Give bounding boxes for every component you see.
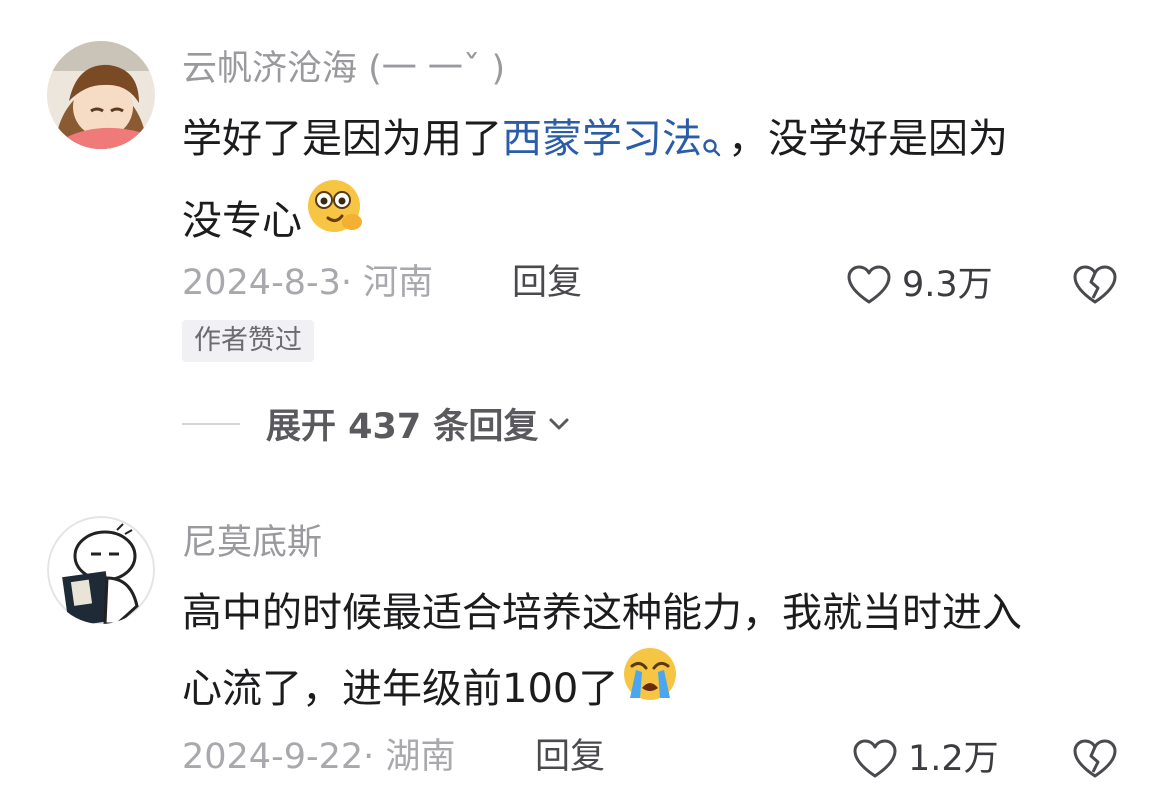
loudly-crying-face-emoji-icon: [622, 646, 680, 727]
username[interactable]: 尼莫底斯: [182, 526, 322, 561]
broken-heart-icon: [1073, 265, 1117, 304]
avatar[interactable]: [47, 516, 155, 624]
search-icon[interactable]: [702, 107, 722, 183]
like-count: 9.3万: [902, 264, 993, 305]
heart-icon: [847, 265, 891, 304]
comment-text: 学好了是因为用了西蒙学习法 ，没学好是因为 没专心: [182, 101, 1142, 259]
comment-text-part: 心流了，进年级前100了: [182, 666, 619, 712]
comment-meta: 2024-8-3· 河南: [182, 263, 434, 303]
thinking-face-emoji-icon: [306, 178, 364, 259]
comment-text-part: 高中的时候最适合培养这种能力，我就当时进入: [182, 590, 1022, 636]
divider: [182, 422, 240, 425]
dislike-button[interactable]: [1072, 738, 1118, 784]
author-liked-badge: 作者赞过: [182, 320, 314, 363]
comment-meta: 2024-9-22· 湖南: [182, 737, 456, 777]
chevron-down-icon: [549, 418, 569, 429]
heart-icon: [853, 739, 897, 778]
like-count: 1.2万: [908, 738, 999, 779]
expand-replies-button[interactable]: 展开 437 条回复: [182, 398, 570, 449]
comment-text-part: 没专心: [182, 198, 302, 244]
username[interactable]: 云帆济沧海 (一 一ˇ ): [182, 52, 505, 87]
search-link[interactable]: 西蒙学习法: [502, 116, 702, 162]
reply-button[interactable]: 回复: [512, 266, 582, 301]
comment-text-part: ，没学好是因为: [728, 116, 1008, 162]
comment-text: 高中的时候最适合培养这种能力，我就当时进入 心流了，进年级前100了: [182, 575, 1142, 727]
like-button[interactable]: 9.3万: [846, 264, 993, 306]
reply-button[interactable]: 回复: [535, 740, 605, 775]
comment-text-part: 学好了是因为用了: [182, 116, 502, 162]
dislike-button[interactable]: [1072, 264, 1118, 310]
expand-replies-label: 展开 437 条回复: [266, 407, 539, 447]
avatar[interactable]: [47, 41, 155, 149]
broken-heart-icon: [1073, 739, 1117, 778]
like-button[interactable]: 1.2万: [852, 738, 999, 780]
